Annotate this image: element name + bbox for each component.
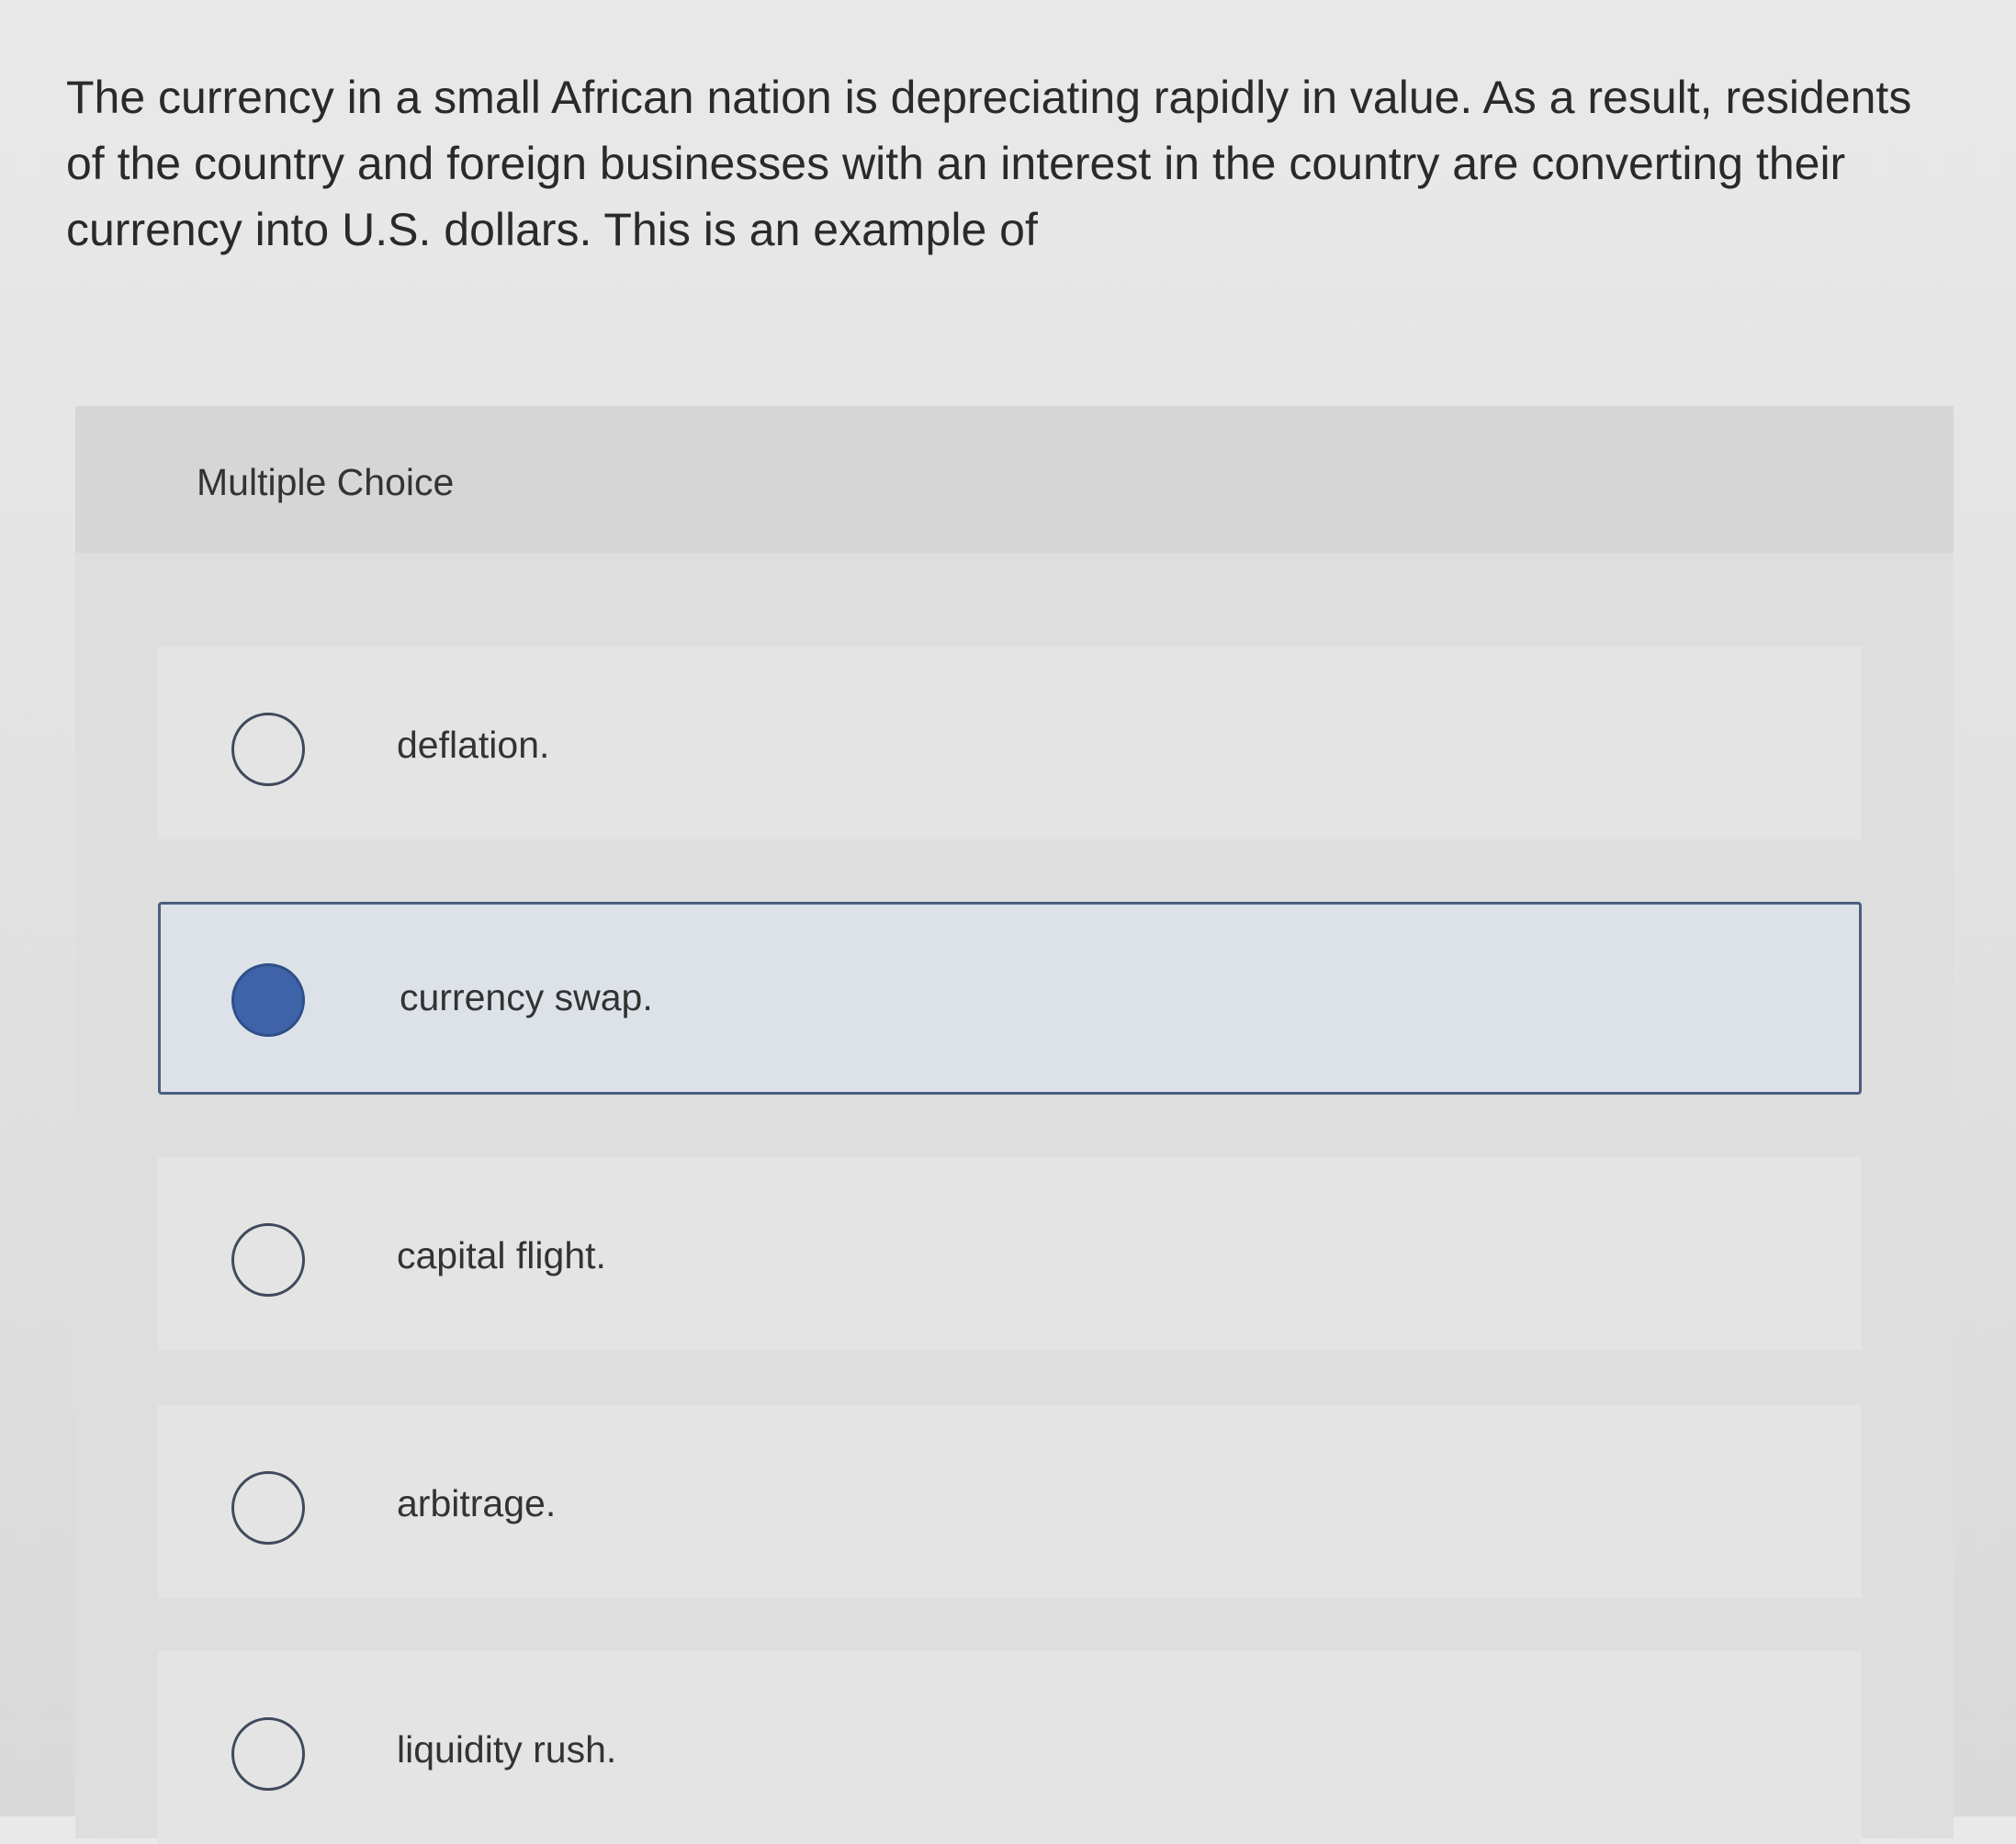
- multiple-choice-title: Multiple Choice: [197, 461, 455, 503]
- option-label: deflation.: [397, 724, 550, 766]
- radio-button-icon[interactable]: [231, 1471, 305, 1545]
- option-capital-flight[interactable]: capital flight.: [158, 1157, 1862, 1350]
- radio-button-icon[interactable]: [231, 1223, 305, 1297]
- multiple-choice-panel: Multiple Choice deflation. currency swap…: [75, 406, 1954, 1844]
- option-label: currency swap.: [400, 976, 653, 1018]
- radio-button-selected-icon[interactable]: [231, 963, 305, 1037]
- option-label: arbitrage.: [397, 1482, 557, 1524]
- option-liquidity-rush[interactable]: liquidity rush.: [158, 1651, 1862, 1844]
- radio-button-icon[interactable]: [231, 713, 305, 786]
- option-label: liquidity rush.: [397, 1728, 617, 1771]
- option-arbitrage[interactable]: arbitrage.: [158, 1405, 1862, 1598]
- option-deflation[interactable]: deflation.: [158, 647, 1862, 839]
- radio-button-icon[interactable]: [231, 1717, 305, 1791]
- option-label: capital flight.: [397, 1234, 606, 1276]
- option-currency-swap[interactable]: currency swap.: [158, 902, 1862, 1095]
- multiple-choice-header: Multiple Choice: [75, 406, 1954, 553]
- question-text: The currency in a small African nation i…: [66, 72, 1912, 255]
